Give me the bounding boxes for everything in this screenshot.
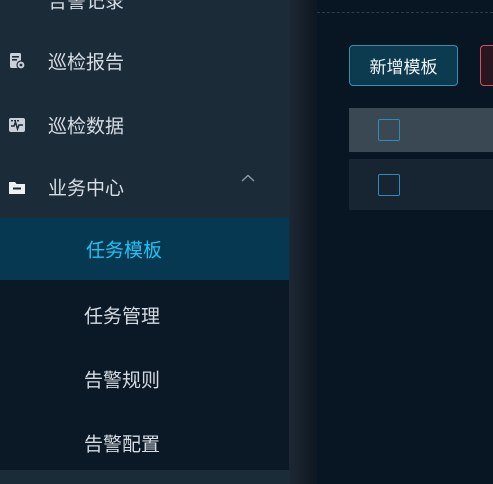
sidebar-item-alarm-record[interactable]: 告警记录 <box>0 0 289 31</box>
table-header-row <box>349 108 493 152</box>
sidebar-item-label: 业务中心 <box>48 177 125 200</box>
business-center-icon <box>9 182 25 194</box>
table-row <box>349 159 493 210</box>
submenu-item-label: 告警规则 <box>84 369 161 392</box>
submenu-item-label: 告警配置 <box>84 433 161 456</box>
sidebar-gutter <box>289 0 317 484</box>
sidebar-item-label: 告警记录 <box>48 0 125 13</box>
inspection-report-icon <box>10 53 26 70</box>
submenu-item-label: 任务模板 <box>86 239 163 262</box>
inspection-data-icon <box>9 118 25 132</box>
submenu-item-alarm-config[interactable]: 告警配置 <box>0 412 289 474</box>
submenu-item-alarm-rules[interactable]: 告警规则 <box>0 348 289 410</box>
business-center-submenu: 任务模板 任务管理 告警规则 告警配置 <box>0 218 289 470</box>
sidebar-item-inspection-data[interactable]: 巡检数据 <box>0 94 289 156</box>
row-checkbox[interactable] <box>378 173 400 196</box>
chevron-up-icon[interactable] <box>239 170 257 188</box>
add-template-button[interactable]: 新增模板 <box>349 45 458 86</box>
delete-button[interactable] <box>480 45 493 86</box>
select-all-checkbox[interactable] <box>378 119 400 141</box>
submenu-item-task-management[interactable]: 任务管理 <box>0 284 289 346</box>
sidebar-item-label: 巡检报告 <box>48 51 125 74</box>
header-divider <box>317 12 493 13</box>
sidebar: 告警记录 巡检报告 巡检数据 业务中心 任务模板 任务管理 告警规则 告警配置 <box>0 0 289 484</box>
sidebar-item-inspection-report[interactable]: 巡检报告 <box>0 30 289 92</box>
submenu-item-label: 任务管理 <box>84 305 161 328</box>
sidebar-item-label: 巡检数据 <box>48 115 125 138</box>
submenu-item-task-template[interactable]: 任务模板 <box>0 218 289 280</box>
